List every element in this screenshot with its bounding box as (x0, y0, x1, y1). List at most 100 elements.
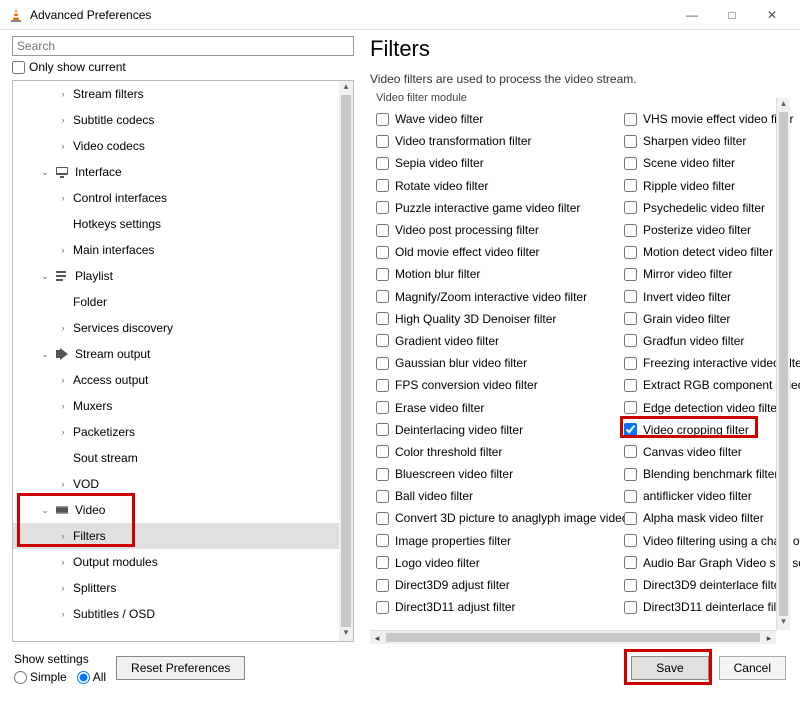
filter-checkbox[interactable]: Magnify/Zoom interactive video filter (376, 286, 624, 308)
filter-label: Sepia video filter (395, 156, 484, 170)
filter-checkbox[interactable]: Direct3D9 deinterlace filter (624, 574, 800, 596)
preferences-tree[interactable]: › Stream filters ›Subtitle codecs›Video co… (13, 81, 339, 641)
tree-item-hotkeys-settings[interactable]: ›Hotkeys settings (13, 211, 339, 237)
filter-checkbox[interactable]: Posterize video filter (624, 219, 800, 241)
filter-checkbox[interactable]: Gaussian blur video filter (376, 352, 624, 374)
filter-checkbox[interactable]: Image properties filter (376, 530, 624, 552)
chevron-right-icon: › (57, 478, 69, 490)
filter-checkbox[interactable]: Alpha mask video filter (624, 507, 800, 529)
filter-checkbox[interactable]: Direct3D11 adjust filter (376, 596, 624, 618)
tree-item-interface[interactable]: ⌄Interface (13, 159, 339, 185)
reset-preferences-button[interactable]: Reset Preferences (116, 656, 245, 680)
filter-checkbox[interactable]: Blending benchmark filter (624, 463, 800, 485)
filter-label: Logo video filter (395, 556, 480, 570)
tree-item-stream-filters[interactable]: › Stream filters (13, 81, 339, 107)
filter-label: Posterize video filter (643, 223, 751, 237)
tree-item-sout-stream[interactable]: ›Sout stream (13, 445, 339, 471)
tree-item-label: Stream filters (73, 87, 144, 101)
filter-label: Mirror video filter (643, 267, 732, 281)
filters-vertical-scrollbar[interactable]: ▴ ▾ (776, 98, 790, 630)
only-show-current-checkbox[interactable]: Only show current (12, 60, 354, 74)
filter-checkbox[interactable]: Grain video filter (624, 308, 800, 330)
tree-item-folder[interactable]: ›Folder (13, 289, 339, 315)
filter-checkbox[interactable]: Ripple video filter (624, 175, 800, 197)
search-input[interactable] (12, 36, 354, 56)
save-button[interactable]: Save (631, 656, 708, 680)
filter-checkbox[interactable]: Motion blur filter (376, 263, 624, 285)
tree-item-output-modules[interactable]: ›Output modules (13, 549, 339, 575)
cancel-button[interactable]: Cancel (719, 656, 786, 680)
filter-checkbox[interactable]: Invert video filter (624, 286, 800, 308)
filter-checkbox[interactable]: Canvas video filter (624, 441, 800, 463)
chevron-right-icon: › (57, 140, 69, 152)
tree-item-main-interfaces[interactable]: ›Main interfaces (13, 237, 339, 263)
filter-label: Color threshold filter (395, 445, 502, 459)
filter-label: Direct3D9 adjust filter (395, 578, 510, 592)
filter-checkbox[interactable]: FPS conversion video filter (376, 374, 624, 396)
tree-item-muxers[interactable]: ›Muxers (13, 393, 339, 419)
filter-checkbox[interactable]: Erase video filter (376, 396, 624, 418)
tree-item-services-discovery[interactable]: ›Services discovery (13, 315, 339, 341)
filter-checkbox[interactable]: Gradient video filter (376, 330, 624, 352)
tree-item-splitters[interactable]: ›Splitters (13, 575, 339, 601)
filter-checkbox[interactable]: Puzzle interactive game video filter (376, 197, 624, 219)
filter-checkbox[interactable]: Wave video filter (376, 108, 624, 130)
tree-item-label: Splitters (73, 581, 116, 595)
filter-checkbox[interactable]: Video filtering using a chain of video f… (624, 530, 800, 552)
filter-checkbox[interactable]: Color threshold filter (376, 441, 624, 463)
filter-checkbox[interactable]: Sharpen video filter (624, 130, 800, 152)
filter-checkbox[interactable]: Audio Bar Graph Video sub source (624, 552, 800, 574)
tree-item-subtitles-osd[interactable]: ›Subtitles / OSD (13, 601, 339, 627)
filter-checkbox[interactable]: VHS movie effect video filter (624, 108, 800, 130)
filter-checkbox[interactable]: Extract RGB component video filter (624, 374, 800, 396)
filter-checkbox[interactable]: High Quality 3D Denoiser filter (376, 308, 624, 330)
tree-item-label: Services discovery (73, 321, 173, 335)
filter-checkbox[interactable]: Logo video filter (376, 552, 624, 574)
chevron-right-icon: › (57, 88, 69, 100)
filters-horizontal-scrollbar[interactable]: ◂ ▸ (370, 630, 776, 644)
filter-checkbox[interactable]: Video transformation filter (376, 130, 624, 152)
filter-checkbox[interactable]: Video cropping filter (624, 419, 800, 441)
tree-item-stream-output[interactable]: ⌄Stream output (13, 341, 339, 367)
filter-checkbox[interactable]: Psychedelic video filter (624, 197, 800, 219)
chevron-down-icon: ⌄ (39, 348, 51, 360)
filter-checkbox[interactable]: Ball video filter (376, 485, 624, 507)
filter-checkbox[interactable]: Bluescreen video filter (376, 463, 624, 485)
filter-checkbox[interactable]: Direct3D11 deinterlace filter (624, 596, 800, 618)
tree-item-subtitle-codecs[interactable]: ›Subtitle codecs (13, 107, 339, 133)
maximize-button[interactable]: □ (712, 1, 752, 29)
filter-checkbox[interactable]: Motion detect video filter (624, 241, 800, 263)
filter-checkbox[interactable]: Rotate video filter (376, 175, 624, 197)
chevron-down-icon: ⌄ (39, 504, 51, 516)
filter-checkbox[interactable]: Gradfun video filter (624, 330, 800, 352)
filter-checkbox[interactable]: Sepia video filter (376, 152, 624, 174)
filter-label: VHS movie effect video filter (643, 112, 794, 126)
filter-checkbox[interactable]: Mirror video filter (624, 263, 800, 285)
filter-checkbox[interactable]: Old movie effect video filter (376, 241, 624, 263)
filter-checkbox[interactable]: antiflicker video filter (624, 485, 800, 507)
filter-checkbox[interactable]: Edge detection video filter (624, 396, 800, 418)
radio-all[interactable]: All (77, 670, 106, 684)
filter-checkbox[interactable]: Freezing interactive video filter (624, 352, 800, 374)
filter-checkbox[interactable]: Convert 3D picture to anaglyph image vid… (376, 507, 624, 529)
filter-label: Invert video filter (643, 290, 731, 304)
tree-item-filters[interactable]: ›Filters (13, 523, 339, 549)
tree-item-video-codecs[interactable]: ›Video codecs (13, 133, 339, 159)
tree-item-control-interfaces[interactable]: ›Control interfaces (13, 185, 339, 211)
filter-checkbox[interactable]: Video post processing filter (376, 219, 624, 241)
tree-scrollbar[interactable]: ▴ ▾ (339, 81, 353, 641)
tree-item-vod[interactable]: ›VOD (13, 471, 339, 497)
tree-item-video[interactable]: ⌄Video (13, 497, 339, 523)
filter-checkbox[interactable]: Deinterlacing video filter (376, 419, 624, 441)
tree-item-label: Muxers (73, 399, 112, 413)
minimize-button[interactable]: — (672, 1, 712, 29)
close-button[interactable]: ✕ (752, 1, 792, 29)
tree-item-playlist[interactable]: ⌄Playlist (13, 263, 339, 289)
radio-simple[interactable]: Simple (14, 670, 67, 684)
chevron-down-icon: ⌄ (39, 166, 51, 178)
filter-checkbox[interactable]: Direct3D9 adjust filter (376, 574, 624, 596)
tree-item-access-output[interactable]: ›Access output (13, 367, 339, 393)
tree-item-packetizers[interactable]: ›Packetizers (13, 419, 339, 445)
filter-label: Old movie effect video filter (395, 245, 540, 259)
filter-checkbox[interactable]: Scene video filter (624, 152, 800, 174)
